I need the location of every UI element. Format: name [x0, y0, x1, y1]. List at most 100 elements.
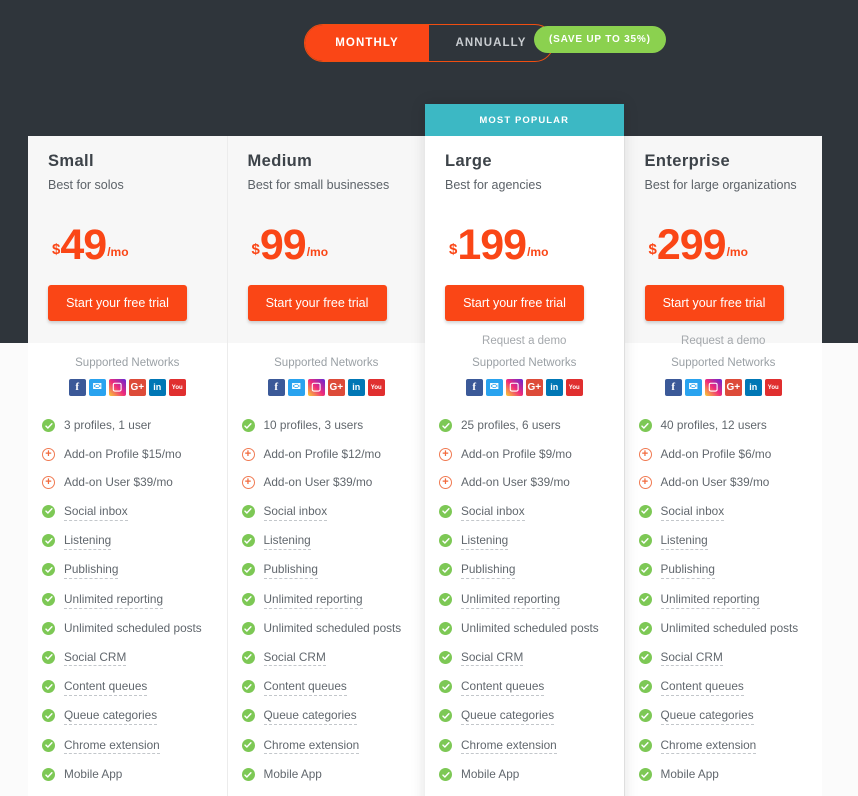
feature-label[interactable]: Publishing	[64, 562, 119, 580]
feature-label: Add-on User $39/mo	[263, 475, 373, 490]
feature-item: Content queues	[439, 679, 610, 696]
feature-item: + Add-on User $39/mo	[241, 475, 412, 491]
facebook-icon[interactable]: f	[664, 379, 682, 396]
price-amount: 99	[259, 221, 307, 270]
feature-item: Queue categories	[241, 708, 412, 726]
youtube-icon[interactable]: You	[565, 379, 583, 396]
feature-item: Mobile App	[638, 767, 809, 783]
feature-label[interactable]: Unlimited reporting	[64, 592, 164, 609]
billing-toggle[interactable]: MONTHLY ANNUALLY	[304, 24, 554, 62]
feature-label[interactable]: Social CRM	[263, 650, 326, 667]
feature-label[interactable]: Listening	[263, 533, 311, 550]
check-icon	[439, 563, 452, 577]
feature-item: Social CRM	[42, 650, 213, 667]
start-free-trial-button[interactable]: Start your free trial	[445, 285, 584, 321]
feature-label: Add-on Profile $12/mo	[263, 446, 381, 461]
feature-label[interactable]: Social CRM	[461, 650, 524, 667]
googleplus-icon[interactable]: G+	[128, 379, 146, 396]
feature-item: Unlimited reporting	[638, 592, 809, 609]
feature-label[interactable]: Listening	[64, 533, 112, 550]
feature-label[interactable]: Social inbox	[263, 504, 328, 521]
feature-label: Add-on User $39/mo	[660, 475, 770, 490]
save-badge: (SAVE UP TO 35%)	[534, 26, 666, 53]
feature-item: Chrome extension	[439, 738, 610, 755]
feature-label[interactable]: Social CRM	[660, 650, 723, 667]
plus-icon: +	[638, 476, 652, 490]
feature-label[interactable]: Unlimited reporting	[660, 592, 760, 609]
facebook-icon[interactable]: f	[267, 379, 285, 396]
feature-label[interactable]: Queue categories	[461, 708, 555, 726]
linkedin-icon[interactable]: in	[148, 379, 166, 396]
feature-label[interactable]: Unlimited reporting	[461, 592, 561, 609]
instagram-icon[interactable]: ▢	[307, 379, 325, 396]
feature-item: Publishing	[439, 562, 610, 580]
googleplus-icon[interactable]: G+	[327, 379, 345, 396]
linkedin-icon[interactable]: in	[347, 379, 365, 396]
feature-label[interactable]: Content queues	[660, 679, 744, 696]
request-demo-link[interactable]: Request a demo	[445, 335, 604, 347]
billing-toggle-option-monthly[interactable]: MONTHLY	[305, 25, 429, 61]
googleplus-icon[interactable]: G+	[724, 379, 742, 396]
feature-item: Unlimited reporting	[42, 592, 213, 609]
plan-price: $99/mo	[252, 208, 406, 270]
check-icon	[638, 680, 652, 694]
price-currency: $	[449, 241, 458, 258]
feature-label[interactable]: Listening	[660, 533, 708, 550]
feature-item: Publishing	[241, 562, 412, 580]
feature-label[interactable]: Content queues	[461, 679, 545, 696]
plan-name: Medium	[247, 152, 313, 170]
check-icon	[439, 650, 452, 664]
price-currency: $	[648, 241, 657, 258]
linkedin-icon[interactable]: in	[545, 379, 563, 396]
start-free-trial-button[interactable]: Start your free trial	[48, 285, 187, 321]
feature-label[interactable]: Publishing	[660, 562, 715, 580]
youtube-icon[interactable]: You	[367, 379, 385, 396]
check-icon	[439, 534, 452, 548]
facebook-icon[interactable]: f	[465, 379, 483, 396]
request-demo-link[interactable]: Request a demo	[645, 335, 803, 347]
feature-label: Add-on Profile $9/mo	[461, 446, 572, 461]
feature-item: Unlimited reporting	[241, 592, 412, 609]
start-free-trial-button[interactable]: Start your free trial	[247, 285, 387, 321]
feature-label[interactable]: Social inbox	[461, 504, 525, 521]
feature-label: Add-on User $39/mo	[461, 475, 570, 490]
twitter-icon[interactable]: ✉	[485, 379, 503, 396]
feature-label[interactable]: Content queues	[64, 679, 148, 696]
feature-label[interactable]: Publishing	[461, 562, 516, 580]
feature-item: Content queues	[42, 679, 213, 696]
feature-label[interactable]: Social inbox	[660, 504, 725, 521]
check-icon	[241, 419, 255, 432]
feature-label[interactable]: Queue categories	[660, 708, 754, 726]
plus-icon: +	[241, 476, 255, 490]
linkedin-icon[interactable]: in	[744, 379, 762, 396]
facebook-icon[interactable]: f	[68, 379, 86, 396]
feature-label[interactable]: Content queues	[263, 679, 347, 696]
feature-label[interactable]: Chrome extension	[461, 738, 557, 755]
price-currency: $	[52, 241, 61, 258]
start-free-trial-button[interactable]: Start your free trial	[644, 285, 784, 321]
feature-label[interactable]: Queue categories	[64, 708, 158, 726]
feature-item: + Add-on User $39/mo	[439, 475, 610, 491]
feature-label[interactable]: Unlimited reporting	[263, 592, 363, 609]
twitter-icon[interactable]: ✉	[684, 379, 702, 396]
check-icon	[638, 534, 652, 548]
feature-label[interactable]: Social inbox	[64, 504, 128, 521]
youtube-icon[interactable]: You	[168, 379, 186, 396]
feature-label[interactable]: Publishing	[263, 562, 318, 580]
youtube-icon[interactable]: You	[764, 379, 782, 396]
googleplus-icon[interactable]: G+	[525, 379, 543, 396]
check-icon	[439, 738, 452, 752]
twitter-icon[interactable]: ✉	[88, 379, 106, 396]
instagram-icon[interactable]: ▢	[505, 379, 523, 396]
feature-label[interactable]: Chrome extension	[64, 738, 160, 755]
feature-label[interactable]: Chrome extension	[660, 738, 757, 755]
feature-label[interactable]: Listening	[461, 533, 509, 550]
twitter-icon[interactable]: ✉	[287, 379, 305, 396]
feature-label[interactable]: Chrome extension	[263, 738, 360, 755]
price-amount: 299	[656, 221, 727, 270]
feature-label[interactable]: Social CRM	[64, 650, 127, 667]
instagram-icon[interactable]: ▢	[704, 379, 722, 396]
feature-item: Social inbox	[638, 504, 809, 521]
instagram-icon[interactable]: ▢	[108, 379, 126, 396]
feature-label[interactable]: Queue categories	[263, 708, 357, 726]
